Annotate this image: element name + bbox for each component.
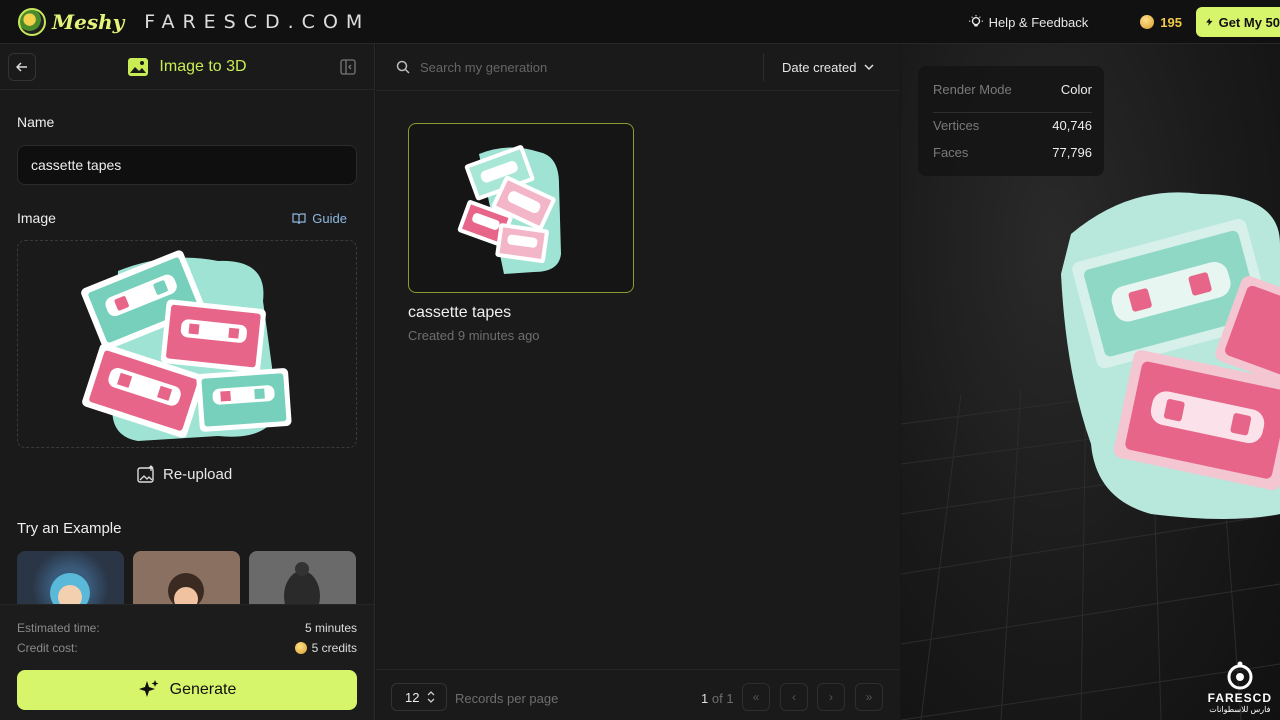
first-page-button[interactable]: « <box>742 683 770 711</box>
guide-label: Guide <box>312 211 347 226</box>
faces-label: Faces <box>933 145 969 160</box>
double-chevron-left-icon: « <box>752 690 760 704</box>
sparkle-icon <box>138 680 159 697</box>
example-thumbnails <box>17 551 357 604</box>
panel-header: Image to 3D <box>0 44 374 90</box>
chevron-updown-icon <box>428 691 435 703</box>
last-page-button[interactable]: » <box>855 683 883 711</box>
top-bar: Meshy FARESCD.COM Help & Feedback 195 Ge… <box>0 0 1280 44</box>
panel-title-label: Image to 3D <box>159 57 247 75</box>
help-label: Help & Feedback <box>988 14 1089 30</box>
per-page-value: 12 <box>405 689 420 705</box>
logo-mark-icon <box>18 7 46 36</box>
generations-list-panel: Date created cassette tapes Created 9 mi… <box>376 44 900 720</box>
reupload-button[interactable]: Re-upload <box>137 465 232 483</box>
examples-label: Try an Example <box>17 520 122 537</box>
image-upload-icon <box>137 465 154 483</box>
upgrade-label: Get My 50 <box>1218 14 1280 30</box>
3d-viewer[interactable]: Render Mode Color Vertices 40,746 Faces … <box>901 44 1280 720</box>
watermark-logo-icon <box>1227 661 1253 690</box>
per-page-select[interactable]: 12 <box>391 683 447 711</box>
generation-panel: Image to 3D Name Image Guide Re-upload T… <box>0 44 375 720</box>
example-thumbnail[interactable] <box>133 551 240 604</box>
double-chevron-right-icon: » <box>865 690 873 704</box>
estimated-time-value: 5 minutes <box>304 621 357 635</box>
divider <box>933 112 1092 113</box>
faces-row: Faces 77,796 <box>933 145 1092 160</box>
name-input[interactable] <box>17 145 357 185</box>
prev-page-button[interactable]: ‹ <box>780 683 808 711</box>
next-page-button[interactable]: › <box>817 683 845 711</box>
credit-balance[interactable]: 195 <box>1140 15 1182 30</box>
coin-icon <box>294 642 307 654</box>
chevron-down-icon <box>864 64 874 70</box>
image-label: Image <box>17 210 56 226</box>
page-info: 1 of 1 <box>701 691 734 706</box>
chevron-left-icon: ‹ <box>792 690 796 704</box>
sort-dropdown[interactable]: Date created <box>763 53 874 81</box>
example-thumbnail[interactable] <box>249 551 356 604</box>
watermark: FARESCD فارس للاسطوانات <box>1208 661 1272 714</box>
image-dropzone[interactable] <box>17 240 357 448</box>
current-page: 1 <box>701 691 709 706</box>
lightning-icon <box>1206 18 1213 26</box>
image-icon <box>128 57 149 76</box>
generate-button[interactable]: Generate <box>17 670 357 710</box>
watermark-subtext: فارس للاسطوانات <box>1209 705 1271 714</box>
vertices-row: Vertices 40,746 <box>933 118 1092 133</box>
search-bar: Date created <box>376 44 900 91</box>
upgrade-button[interactable]: Get My 50 <box>1196 7 1280 37</box>
guide-link[interactable]: Guide <box>292 211 347 226</box>
lightbulb-icon <box>968 15 983 27</box>
name-label: Name <box>17 114 55 130</box>
model-stats-panel: Render Mode Color Vertices 40,746 Faces … <box>918 66 1104 176</box>
panel-title: Image to 3D <box>127 57 247 77</box>
credit-count: 195 <box>1160 14 1182 30</box>
arrow-left-icon <box>16 62 27 72</box>
example-image <box>168 573 204 604</box>
credit-cost: 5 credits <box>294 641 357 655</box>
per-page-label: Records per page <box>455 691 559 706</box>
credit-cost-value: 5 credits <box>311 641 357 655</box>
search-icon <box>396 60 410 74</box>
logo-text: Meshy <box>52 9 125 34</box>
sort-label: Date created <box>782 59 857 75</box>
search-input[interactable] <box>420 57 720 77</box>
example-image <box>50 573 90 604</box>
render-mode-row[interactable]: Render Mode Color <box>933 82 1092 97</box>
total-pages: of 1 <box>711 691 734 706</box>
render-mode-value: Color <box>1060 82 1092 97</box>
brand-watermark: FARESCD.COM <box>144 10 371 33</box>
model-thumbnail <box>457 145 561 274</box>
vertices-label: Vertices <box>933 118 980 133</box>
vertices-value: 40,746 <box>1052 118 1092 133</box>
watermark-text: FARESCD <box>1207 691 1272 705</box>
generate-label: Generate <box>169 681 237 698</box>
estimated-time-label: Estimated time: <box>17 621 100 635</box>
back-button[interactable] <box>8 53 36 81</box>
example-image <box>284 562 320 604</box>
card-timestamp: Created 9 minutes ago <box>408 328 540 343</box>
help-feedback-link[interactable]: Help & Feedback <box>968 14 1089 30</box>
card-title: cassette tapes <box>408 304 512 321</box>
credit-cost-label: Credit cost: <box>17 641 78 655</box>
reupload-label: Re-upload <box>163 465 233 483</box>
book-icon <box>292 212 306 224</box>
collapse-sidebar-icon[interactable] <box>340 59 356 75</box>
generation-card[interactable] <box>408 123 634 293</box>
pagination-bar: 12 Records per page 1 of 1 « ‹ › » <box>376 669 900 720</box>
coin-icon <box>1140 15 1155 29</box>
chevron-right-icon: › <box>829 690 833 704</box>
uploaded-image <box>81 250 292 441</box>
faces-value: 77,796 <box>1052 145 1092 160</box>
render-mode-label: Render Mode <box>933 82 1012 97</box>
example-thumbnail[interactable] <box>17 551 124 604</box>
meshy-logo[interactable]: Meshy <box>18 7 125 36</box>
